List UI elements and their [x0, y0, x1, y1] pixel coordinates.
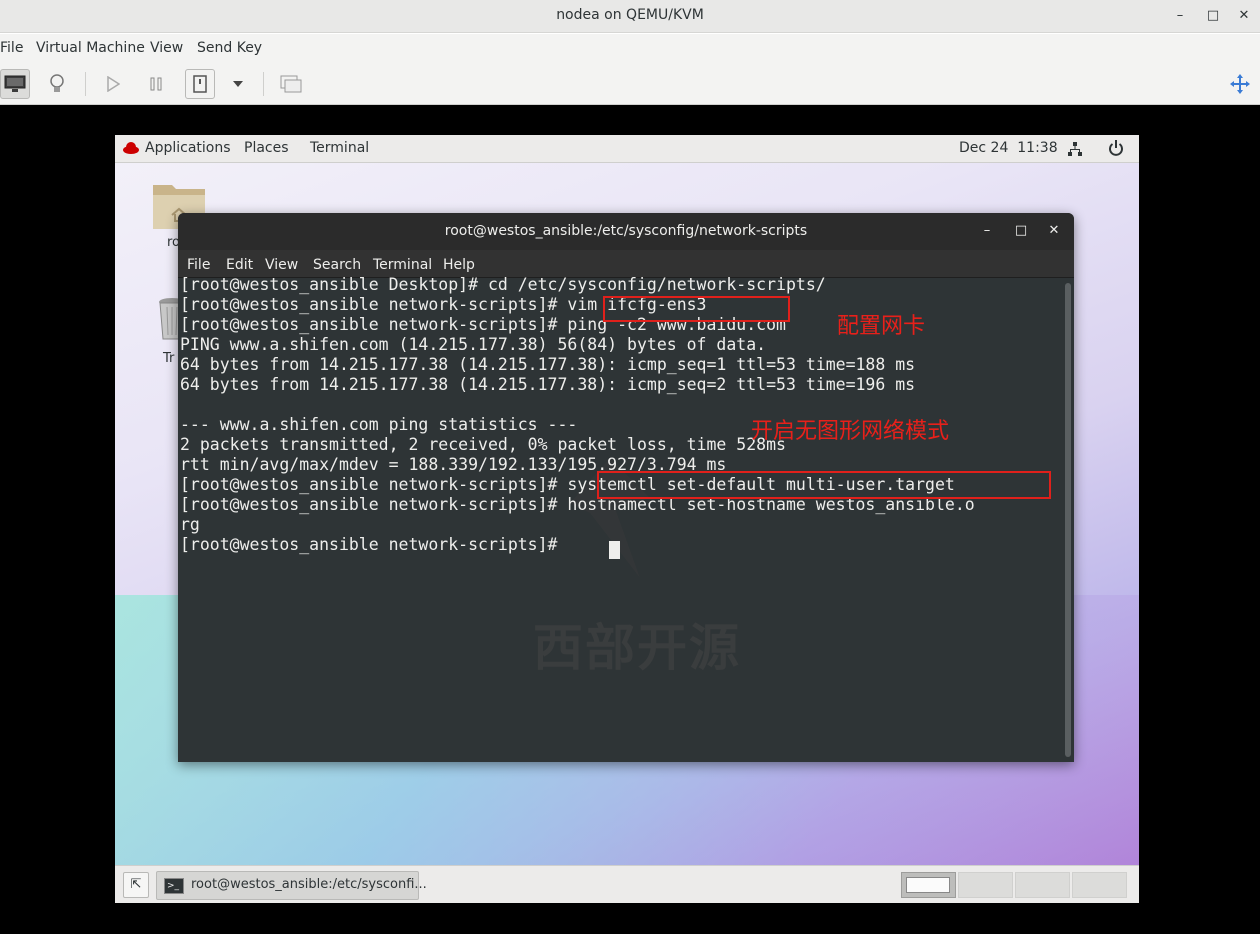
host-menu-send-key[interactable]: Send Key [197, 40, 262, 56]
host-menubar: File Virtual Machine View Send Key [0, 34, 1260, 63]
guest-bottom-panel: ⇱ >_ root@westos_ansible:/etc/sysconfi..… [115, 865, 1139, 903]
snapshots-button[interactable] [276, 69, 306, 99]
terminal-output[interactable]: 西部开源 [root@westos_ansible Desktop]# cd /… [178, 275, 1060, 762]
host-minimize-button[interactable]: – [1170, 7, 1190, 25]
guest-desktop[interactable]: Applications Places Terminal Dec 24 11:3… [115, 135, 1139, 903]
terminal-menu-view[interactable]: View [265, 257, 298, 273]
terminal-line: 2 packets transmitted, 2 received, 0% pa… [180, 435, 786, 454]
annotation-configure-nic: 配置网卡 [837, 314, 926, 339]
lightbulb-icon [50, 74, 64, 92]
power-icon [193, 75, 207, 93]
terminal-app-menu[interactable]: Terminal [310, 140, 369, 156]
show-desktop-button[interactable]: ⇱ [123, 872, 149, 898]
terminal-close-button[interactable]: ✕ [1045, 223, 1063, 239]
host-menu-virtual-machine[interactable]: Virtual Machine [36, 40, 145, 56]
play-icon [107, 76, 120, 92]
workspace-3[interactable] [1015, 872, 1070, 898]
guest-top-panel: Applications Places Terminal Dec 24 11:3… [115, 135, 1139, 163]
toolbar-separator [263, 72, 264, 96]
terminal-scrollbar[interactable] [1065, 283, 1071, 757]
taskbar-item-terminal[interactable]: >_ root@westos_ansible:/etc/sysconfi... [156, 871, 427, 900]
shutdown-menu-dropdown[interactable] [223, 69, 253, 99]
terminal-titlebar[interactable]: root@westos_ansible:/etc/sysconfig/netwo… [178, 213, 1074, 250]
terminal-line: 64 bytes from 14.215.177.38 (14.215.177.… [180, 355, 916, 374]
host-menu-view[interactable]: View [150, 40, 183, 56]
terminal-menu-edit[interactable]: Edit [226, 257, 253, 273]
terminal-line: rg [180, 515, 200, 534]
terminal-line: PING www.a.shifen.com (14.215.177.38) 56… [180, 335, 767, 354]
move-arrows-icon [1230, 74, 1250, 94]
terminal-menu-search[interactable]: Search [313, 257, 361, 273]
power-menu-icon[interactable] [1108, 140, 1124, 157]
workspace-4[interactable] [1072, 872, 1127, 898]
places-menu[interactable]: Places [244, 140, 289, 156]
monitor-icon [4, 75, 26, 92]
shutdown-button[interactable] [185, 69, 215, 99]
annotation-headless-mode: 开启无图形网络模式 [751, 419, 950, 444]
terminal-minimize-button[interactable]: – [978, 223, 996, 239]
host-toolbar [0, 63, 1260, 105]
chevron-down-icon [233, 81, 243, 87]
terminal-menu-file[interactable]: File [187, 257, 210, 273]
terminal-line: 64 bytes from 14.215.177.38 (14.215.177.… [180, 375, 916, 394]
terminal-line: --- www.a.shifen.com ping statistics --- [180, 415, 578, 434]
workspace-2[interactable] [958, 872, 1013, 898]
applications-menu[interactable]: Applications [145, 140, 231, 156]
details-button[interactable] [42, 69, 72, 99]
snapshot-icon [280, 75, 302, 93]
terminal-menubar: File Edit View Search Terminal Help [178, 250, 1074, 278]
terminal-menu-terminal[interactable]: Terminal [373, 257, 432, 273]
host-maximize-button[interactable]: □ [1203, 7, 1223, 25]
workspace-window-preview [906, 877, 950, 893]
clock[interactable]: Dec 24 11:38 [959, 140, 1058, 156]
watermark-text: 西部开源 [533, 619, 741, 677]
pause-button[interactable] [141, 69, 171, 99]
host-titlebar: nodea on QEMU/KVM – □ ✕ [0, 0, 1260, 33]
terminal-title: root@westos_ansible:/etc/sysconfig/netwo… [444, 223, 808, 239]
terminal-line: [root@westos_ansible Desktop]# cd /etc/s… [180, 275, 826, 294]
fullscreen-button[interactable] [1225, 69, 1255, 99]
annotation-box-systemctl [597, 471, 1051, 499]
host-menu-file[interactable]: File [0, 40, 23, 56]
network-icon[interactable] [1067, 141, 1083, 157]
terminal-cursor [609, 541, 620, 559]
run-button[interactable] [98, 69, 128, 99]
pause-icon [150, 77, 162, 91]
host-window-title: nodea on QEMU/KVM [556, 7, 704, 23]
trash-label: Tr [163, 351, 175, 366]
host-close-button[interactable]: ✕ [1234, 7, 1254, 25]
terminal-window[interactable]: root@westos_ansible:/etc/sysconfig/netwo… [178, 213, 1074, 762]
taskbar-item-label: root@westos_ansible:/etc/sysconfi... [191, 877, 427, 892]
redhat-logo-icon [123, 142, 139, 154]
annotation-box-vim [603, 296, 790, 322]
toolbar-separator [85, 72, 86, 96]
workspace-1[interactable] [901, 872, 956, 898]
terminal-line: [root@westos_ansible network-scripts]# [180, 535, 568, 554]
console-view-button[interactable] [0, 69, 30, 99]
terminal-icon: >_ [164, 878, 184, 894]
terminal-maximize-button[interactable]: □ [1012, 223, 1030, 239]
terminal-menu-help[interactable]: Help [443, 257, 475, 273]
